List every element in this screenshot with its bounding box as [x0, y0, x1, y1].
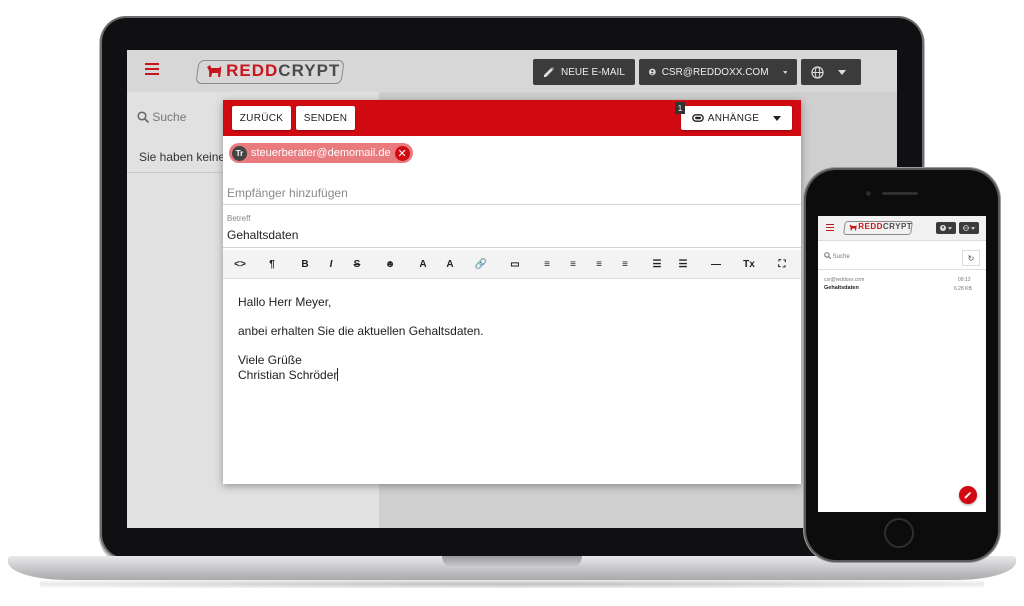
add-recipient-input[interactable]: Empfänger hinzufügen [227, 186, 348, 200]
phone-search-placeholder: Suche [832, 254, 850, 260]
account-label: CSR@REDDOXX.COM [661, 66, 769, 78]
compose-dialog: ZURÜCK SENDEN ANHÄNGE 1 Tr steuerberater… [223, 100, 801, 484]
editor-toolbar: <> ¶ B I S ☻ A A 🔗 ▭ ≡ ≡ ≡ ≡ ☰ ☰ — Tx ⛶ [223, 250, 801, 279]
align-center-icon[interactable]: ≡ [565, 257, 581, 271]
new-email-label: NEUE E-MAIL [561, 66, 625, 78]
language-button[interactable] [801, 59, 861, 85]
caret-down-icon [948, 226, 952, 230]
horizontal-rule-icon[interactable]: — [708, 257, 724, 271]
recipient-email: steuerberater@demomail.de [251, 147, 391, 159]
divider [127, 172, 223, 173]
strikethrough-icon[interactable]: S [349, 257, 365, 271]
attachments-button[interactable]: ANHÄNGE [681, 106, 792, 130]
phone-globe-icon [963, 225, 969, 231]
phone-dog-logo-icon [849, 224, 857, 231]
link-icon[interactable]: 🔗 [473, 257, 489, 271]
divider [818, 269, 986, 270]
subscript-icon[interactable]: A [442, 257, 458, 271]
pencil-icon [964, 491, 972, 499]
phone-home-button[interactable] [884, 518, 914, 548]
dog-logo-icon [207, 65, 222, 77]
divider [223, 247, 801, 248]
app-topbar: REDDCRYPT NEUE E-MAIL CSR@REDDOXX.COM [127, 50, 897, 92]
body-line-greeting: Hallo Herr Meyer, [238, 295, 332, 309]
refresh-icon: ↻ [967, 253, 975, 263]
laptop-shadow [40, 580, 984, 588]
globe-icon [811, 65, 824, 79]
hamburger-menu-icon[interactable] [145, 63, 159, 75]
message-subject: Gehaltsdaten [824, 285, 859, 291]
align-right-icon[interactable]: ≡ [591, 257, 607, 271]
paragraph-format-icon[interactable]: ¶ [264, 257, 280, 271]
bullet-list-icon[interactable]: ☰ [649, 257, 665, 271]
body-line-closing: Viele Grüße [238, 353, 302, 367]
phone-reddcrypt-logo: REDDCRYPT [843, 221, 913, 235]
user-circle-icon [649, 68, 656, 76]
subject-label: Betreff [227, 214, 251, 223]
divider [223, 204, 801, 205]
phone-camera [866, 191, 871, 196]
subject-input[interactable]: Gehaltsdaten [227, 228, 298, 242]
phone-topbar: REDDCRYPT [818, 216, 986, 241]
search-placeholder: Suche [152, 110, 187, 124]
align-justify-icon[interactable]: ≡ [617, 257, 633, 271]
search-input[interactable]: Suche [137, 110, 227, 130]
recipient-chip[interactable]: Tr steuerberater@demomail.de ✕ [229, 143, 413, 163]
caret-down-icon [782, 70, 787, 74]
fullscreen-icon[interactable]: ⛶ [774, 257, 790, 271]
send-button[interactable]: SENDEN [296, 106, 355, 130]
message-size: 6.28 KB [954, 286, 972, 292]
phone-message-list-item[interactable]: csr@reddoxx.com 09:12 Gehaltsdaten 6.28 … [818, 274, 986, 300]
phone-refresh-button[interactable]: ↻ [962, 250, 980, 266]
bold-icon[interactable]: B [297, 257, 313, 271]
signature-text: Christian Schröder [238, 368, 338, 382]
phone-search-icon [824, 252, 832, 260]
recipient-avatar: Tr [232, 145, 247, 161]
attachments-count-badge: 1 [675, 102, 685, 114]
remove-recipient-icon[interactable]: ✕ [394, 145, 410, 161]
empty-mailbox-text: Sie haben keine E [139, 150, 237, 164]
phone-screen: REDDCRYPT Suche ↻ csr@reddoxx.com 09:12 … [818, 216, 986, 512]
superscript-icon[interactable]: A [415, 257, 431, 271]
insert-image-icon[interactable]: ▭ [507, 257, 523, 271]
phone-speaker [882, 192, 918, 195]
body-line-message: anbei erhalten Sie die aktuellen Gehalts… [238, 324, 484, 338]
body-line-signature[interactable]: Christian Schröder [238, 368, 339, 382]
logo-text-grey: CRYPT [278, 61, 341, 80]
phone-hamburger-menu-icon[interactable] [826, 224, 834, 232]
phone-account-button[interactable] [936, 222, 956, 234]
caret-down-icon [971, 226, 975, 230]
emoticon-icon[interactable]: ☻ [382, 257, 398, 271]
phone-language-button[interactable] [959, 222, 979, 234]
reddcrypt-logo: REDDCRYPT [195, 60, 345, 84]
paperclip-icon [691, 114, 704, 122]
account-button[interactable]: CSR@REDDOXX.COM [639, 59, 797, 85]
message-time: 09:12 [958, 277, 971, 283]
italic-icon[interactable]: I [323, 257, 339, 271]
phone-search-input[interactable]: Suche [824, 252, 850, 260]
numbered-list-icon[interactable]: ☰ [675, 257, 691, 271]
new-email-button[interactable]: NEUE E-MAIL [533, 59, 635, 85]
align-left-icon[interactable]: ≡ [539, 257, 555, 271]
phone-logo-text-grey: CRYPT [882, 222, 913, 231]
logo-text-red: REDD [226, 61, 279, 80]
clear-format-icon[interactable]: Tx [741, 257, 757, 271]
text-caret [337, 368, 339, 381]
code-view-icon[interactable]: <> [232, 257, 248, 271]
phone-logo-text-red: REDD [858, 222, 883, 231]
caret-down-icon [838, 69, 846, 75]
caret-down-icon [773, 115, 782, 121]
back-button[interactable]: ZURÜCK [232, 106, 291, 130]
message-sender: csr@reddoxx.com [824, 277, 865, 283]
pencil-icon [544, 67, 554, 77]
phone-compose-fab[interactable] [959, 486, 977, 504]
laptop-screen: REDDCRYPT NEUE E-MAIL CSR@REDDOXX.COM Su… [127, 50, 897, 528]
compose-header: ZURÜCK SENDEN ANHÄNGE 1 [223, 100, 801, 136]
phone-user-icon [940, 225, 946, 231]
attachments-label: ANHÄNGE [707, 112, 760, 124]
search-icon [137, 111, 150, 124]
laptop-base-notch [442, 556, 582, 568]
